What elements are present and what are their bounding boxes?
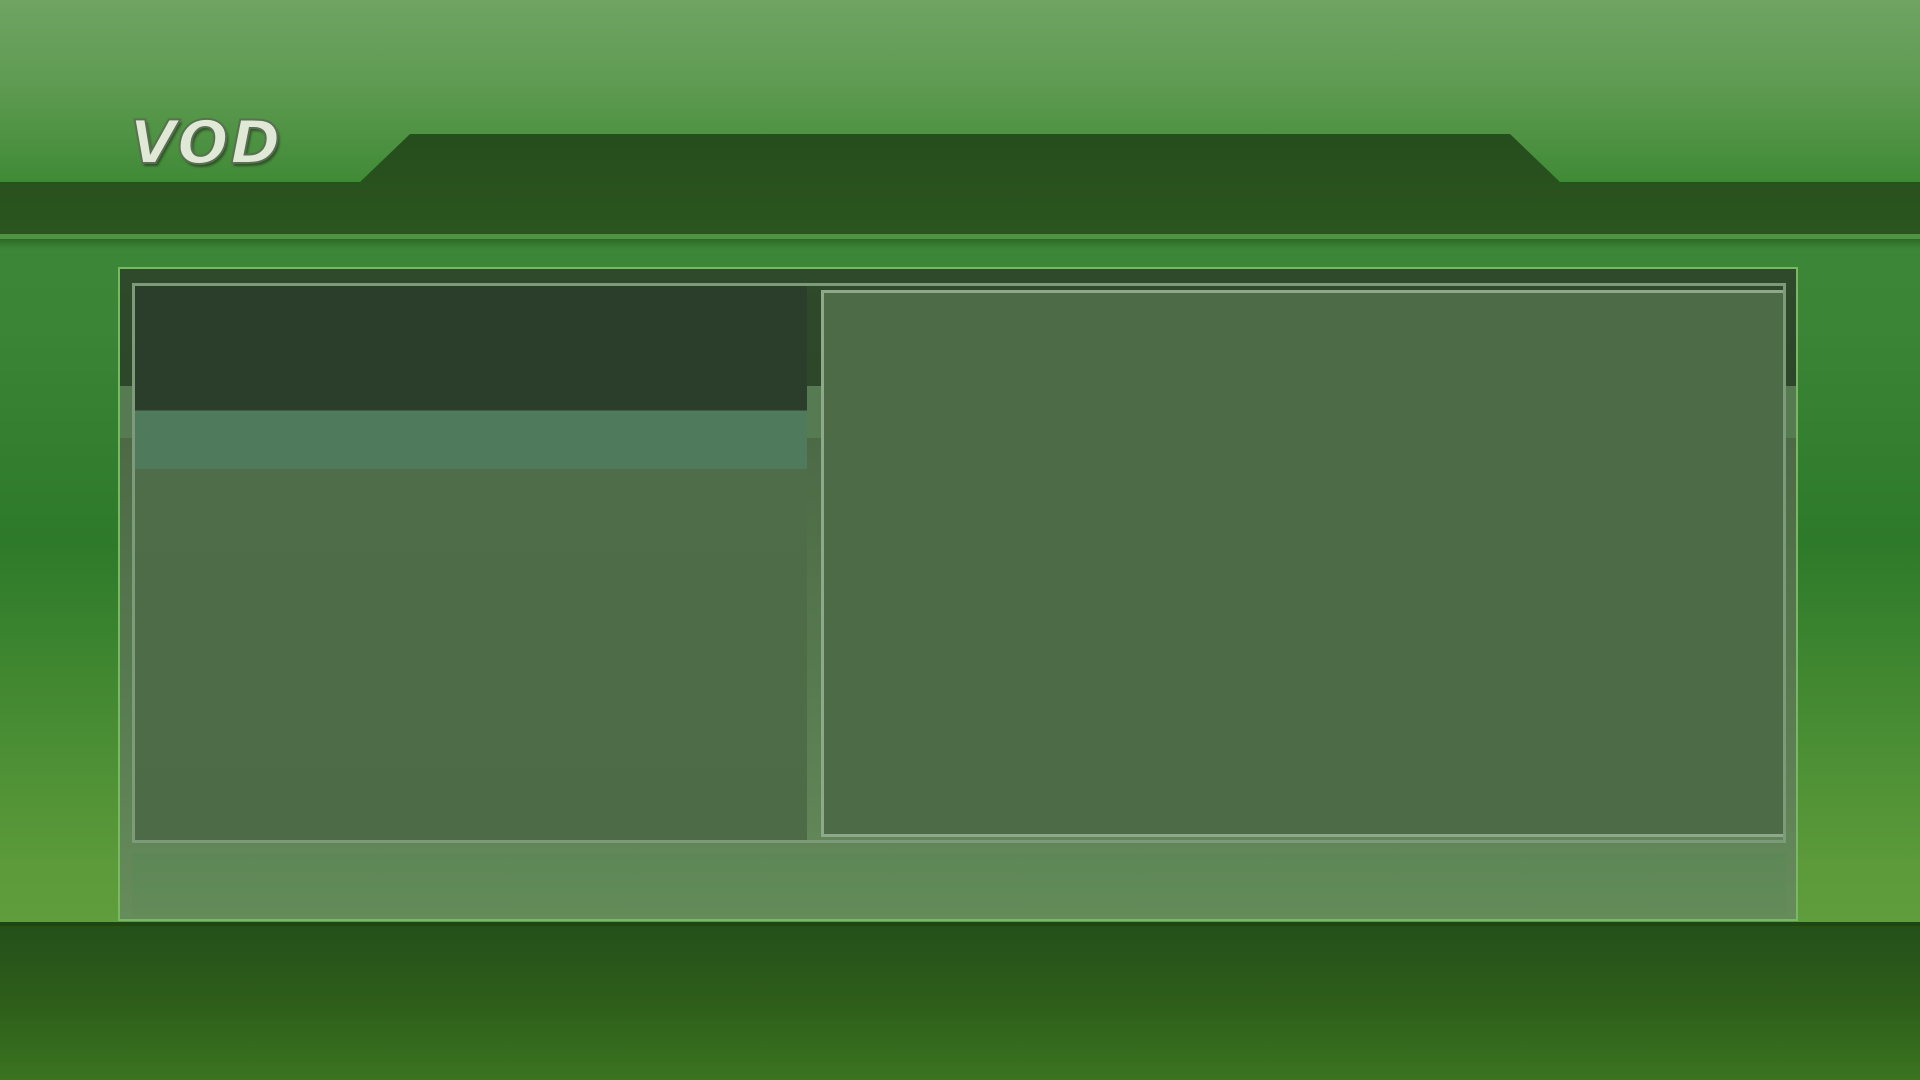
menu-list-pane[interactable] [135,286,807,840]
menu-header-area [135,286,807,411]
info-footer-strip [132,853,1786,915]
bottom-band [0,926,1920,1080]
menu-selected-item[interactable] [135,411,807,469]
main-panel [118,267,1798,921]
header-divider-shadow [0,239,1920,249]
preview-pane [821,290,1783,837]
vod-logo: VOD [129,107,283,179]
content-frame [132,283,1786,843]
